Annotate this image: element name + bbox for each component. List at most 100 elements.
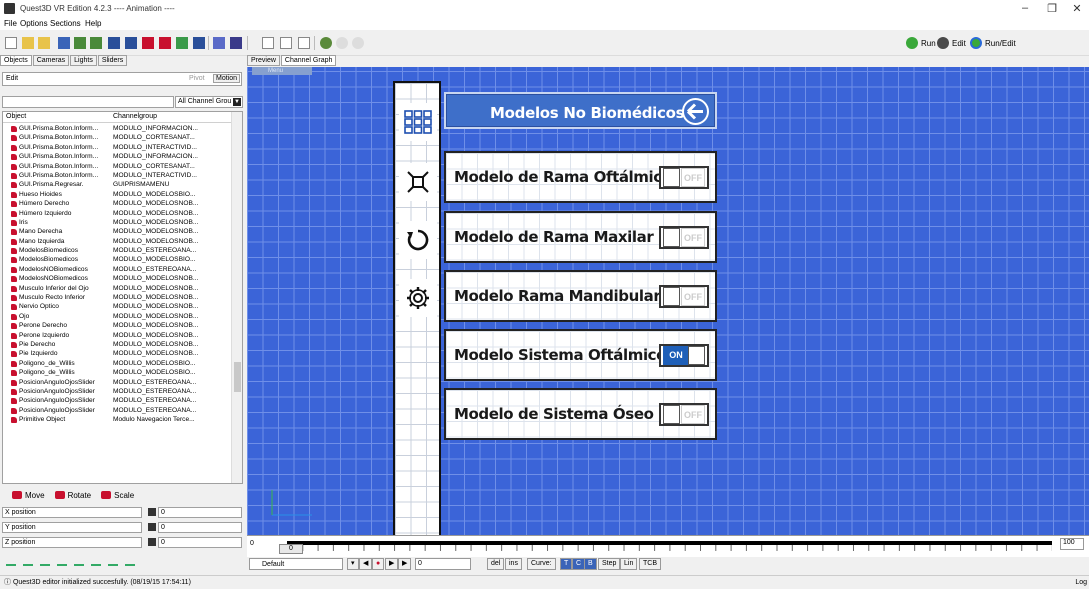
object-icon[interactable] xyxy=(142,37,154,49)
timeline[interactable]: 0 0 100 xyxy=(247,535,1089,557)
frame-field[interactable]: 0 xyxy=(415,558,471,570)
list-item[interactable]: Ojo MODULO_MODELOSNOB... xyxy=(3,312,231,321)
channel-icon[interactable] xyxy=(108,37,120,49)
channel-group-icon[interactable] xyxy=(125,37,137,49)
undo-icon[interactable] xyxy=(230,37,242,49)
tcb-button[interactable]: TCB xyxy=(639,558,661,570)
close-button[interactable]: ✕ xyxy=(1070,2,1084,15)
motion-button[interactable]: Motion xyxy=(212,74,240,83)
curve-tool-icon[interactable] xyxy=(57,556,67,566)
list-item[interactable]: Mano Derecha MODULO_MODELOSNOB... xyxy=(3,227,231,236)
lock-icon[interactable] xyxy=(148,508,156,516)
list-item[interactable]: PosicionAnguloOjosSlider MODULO_ESTEREOAN… xyxy=(3,396,231,405)
list-item[interactable]: ModelosBiomedicos MODULO_MODELOSBIO... xyxy=(3,255,231,264)
z-position-field[interactable]: 0 xyxy=(158,537,242,548)
tab-cameras[interactable]: Cameras xyxy=(32,55,70,66)
curve-tool-icon[interactable] xyxy=(40,556,50,566)
tab-lights[interactable]: Lights xyxy=(70,55,97,66)
view-quad-icon[interactable] xyxy=(298,37,310,49)
y-position-field[interactable]: 0 xyxy=(158,522,242,533)
view-split-icon[interactable] xyxy=(280,37,292,49)
list-item[interactable]: Hueso Hioides MODULO_MODELOSBIO... xyxy=(3,190,231,199)
list-item[interactable]: PosicionAnguloOjosSlider MODULO_ESTEREOAN… xyxy=(3,378,231,387)
object-filter-input[interactable] xyxy=(2,96,174,108)
tool-icon[interactable] xyxy=(213,37,225,49)
lock-icon[interactable] xyxy=(148,523,156,531)
maximize-button[interactable]: ❐ xyxy=(1045,2,1059,15)
first-frame-icon[interactable]: ◀ xyxy=(359,558,373,570)
save-icon[interactable] xyxy=(58,37,70,49)
preview-viewport[interactable]: Modelos No Biomédicos Modelo de Rama Oft… xyxy=(247,67,1089,535)
scale-button[interactable]: Scale xyxy=(101,491,134,500)
list-item[interactable]: Pie Izquierdo MODULO_MODELOSNOB... xyxy=(3,349,231,358)
list-item[interactable]: Iris MODULO_MODELOSNOB... xyxy=(3,218,231,227)
view-single-icon[interactable] xyxy=(262,37,274,49)
list-item[interactable]: Musculo Inferior del Ojo MODULO_MODELOSNO… xyxy=(3,284,231,293)
network-icon[interactable] xyxy=(176,37,188,49)
timeline-thumb[interactable]: 0 xyxy=(279,544,303,554)
list-item[interactable]: GUI.Prisma.Boton.Inform... MODULO_INFORMA… xyxy=(3,124,231,133)
timeline-end-field[interactable]: 100 xyxy=(1060,538,1084,550)
toggle-rama-mandibular[interactable]: OFF xyxy=(659,285,709,308)
back-arrow-icon[interactable] xyxy=(682,98,709,125)
col-object[interactable]: Object xyxy=(6,113,26,120)
curve-t-button[interactable]: T xyxy=(560,558,573,570)
list-item[interactable]: Nervio Optico MODULO_MODELOSNOB... xyxy=(3,302,231,311)
insert-key-button[interactable]: ins xyxy=(505,558,522,570)
toggle-rama-maxilar[interactable]: OFF xyxy=(659,226,709,249)
list-item[interactable]: Pie Derecho MODULO_MODELOSNOB... xyxy=(3,340,231,349)
list-item[interactable]: GUI.Prisma.Boton.Inform... MODULO_INFORMA… xyxy=(3,152,231,161)
grid-menu-icon[interactable] xyxy=(399,103,437,141)
gear-icon[interactable] xyxy=(399,279,437,317)
chevron-down-icon[interactable]: ▾ xyxy=(347,558,359,570)
list-item[interactable]: Húmero Izquierdo MODULO_MODELOSNOB... xyxy=(3,209,231,218)
run-button[interactable]: Run xyxy=(906,36,936,50)
list-item[interactable]: Perone Derecho MODULO_MODELOSNOB... xyxy=(3,321,231,330)
col-channelgroup[interactable]: Channelgroup xyxy=(113,113,157,120)
list-item[interactable]: Poligono_de_Willis MODULO_MODELOSBIO... xyxy=(3,359,231,368)
expand-icon[interactable] xyxy=(399,163,437,201)
toggle-sistema-oftalmico[interactable]: ON xyxy=(659,344,709,367)
menu-sections[interactable]: Sections xyxy=(50,19,81,28)
minimize-button[interactable]: – xyxy=(1018,2,1032,14)
curve-tool-icon[interactable] xyxy=(6,556,16,566)
curve-tool-icon[interactable] xyxy=(108,556,118,566)
rotate-icon[interactable] xyxy=(399,221,437,259)
animation-preset-select[interactable]: Default xyxy=(249,558,343,570)
list-item[interactable]: GUI.Prisma.Boton.Inform... MODULO_CORTESA… xyxy=(3,162,231,171)
scrollbar-thumb[interactable] xyxy=(234,362,241,392)
edit-button[interactable]: Edit xyxy=(937,36,966,50)
new-icon[interactable] xyxy=(5,37,17,49)
play-icon[interactable]: ▶ xyxy=(385,558,399,570)
list-item[interactable]: ModelosNOBiomedicos MODULO_MODELOSNOB... xyxy=(3,274,231,283)
object-add-icon[interactable] xyxy=(159,37,171,49)
list-item[interactable]: GUI.Prisma.Regresar. GUIPRISMAMENU xyxy=(3,180,231,189)
pivot-button[interactable]: Pivot xyxy=(189,75,205,82)
menu-file[interactable]: File xyxy=(4,19,17,28)
channel-group-select[interactable]: All Channel Grou ▼ xyxy=(175,96,243,108)
list-item[interactable]: Poligono_de_Willis MODULO_MODELOSBIO... xyxy=(3,368,231,377)
object-list-scrollbar[interactable] xyxy=(231,112,242,483)
x-position-field[interactable]: 0 xyxy=(158,507,242,518)
grid-icon[interactable] xyxy=(193,37,205,49)
timeline-ruler[interactable] xyxy=(287,541,1052,551)
delete-key-button[interactable]: del xyxy=(487,558,505,570)
chevron-down-icon[interactable]: ▼ xyxy=(233,98,241,106)
open-icon[interactable] xyxy=(22,37,34,49)
rotate-button[interactable]: Rotate xyxy=(54,491,91,500)
curve-tool-icon[interactable] xyxy=(91,556,101,566)
save-as-icon[interactable] xyxy=(74,37,86,49)
tab-sliders[interactable]: Sliders xyxy=(97,55,128,66)
tab-preview[interactable]: Preview xyxy=(247,55,280,66)
list-item[interactable]: PosicionAnguloOjosSlider MODULO_ESTEREOAN… xyxy=(3,406,231,415)
list-item[interactable]: Musculo Recto Inferior MODULO_MODELOSNOB.… xyxy=(3,293,231,302)
curve-tool-icon[interactable] xyxy=(23,556,33,566)
list-item[interactable]: Primitive Object Modulo Navegacion Terce.… xyxy=(3,415,231,424)
list-item[interactable]: ModelosNOBiomedicos MODULO_ESTEREOANA... xyxy=(3,265,231,274)
tab-objects[interactable]: Objects xyxy=(0,55,32,66)
open-folder-icon[interactable] xyxy=(38,37,50,49)
sphere-icon[interactable] xyxy=(320,37,332,49)
toggle-sistema-oseo[interactable]: OFF xyxy=(659,403,709,426)
lin-button[interactable]: Lin xyxy=(620,558,638,570)
list-item[interactable]: GUI.Prisma.Boton.Inform... MODULO_INTERAC… xyxy=(3,143,231,152)
